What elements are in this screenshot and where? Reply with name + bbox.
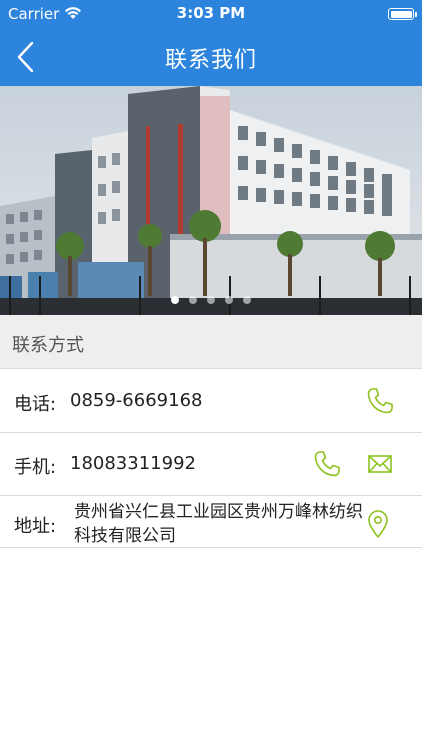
battery-icon [388,8,417,20]
phone-value: 0859-6669168 [70,390,203,411]
section-header: 联系方式 [0,315,422,369]
send-sms-button[interactable] [364,448,396,480]
status-bar: Carrier 3:03 PM [0,0,422,28]
mobile-row: 手机: 18083311992 [0,433,422,496]
phone-icon [367,388,393,414]
phone-label: 电话: [14,394,57,415]
address-row: 地址: 贵州省兴仁县工业园区贵州万峰林纺织科技有限公司 [0,496,422,548]
carousel-dot[interactable] [171,296,179,304]
open-map-button[interactable] [362,508,394,540]
nav-bar: 联系我们 [0,28,422,86]
location-pin-icon [368,510,388,538]
envelope-icon [368,455,392,473]
section-title: 联系方式 [12,335,84,356]
phone-icon [314,451,340,477]
address-value: 贵州省兴仁县工业园区贵州万峰林纺织科技有限公司 [74,502,363,546]
carousel-dot[interactable] [225,296,233,304]
hero-carousel[interactable] [0,86,422,315]
status-time: 3:03 PM [176,4,246,22]
mobile-value: 18083311992 [70,453,196,474]
carousel-dot[interactable] [243,296,251,304]
top-bar: Carrier 3:03 PM 联系我们 [0,0,422,86]
carousel-dot[interactable] [189,296,197,304]
factory-building-image [0,86,422,315]
call-mobile-button[interactable] [311,448,343,480]
call-phone-button[interactable] [364,385,396,417]
address-label: 地址: [14,516,57,537]
mobile-label: 手机: [14,457,57,478]
carousel-pagination [0,289,422,308]
phone-row: 电话: 0859-6669168 [0,369,422,433]
carousel-dot[interactable] [207,296,215,304]
page-title: 联系我们 [164,48,257,73]
